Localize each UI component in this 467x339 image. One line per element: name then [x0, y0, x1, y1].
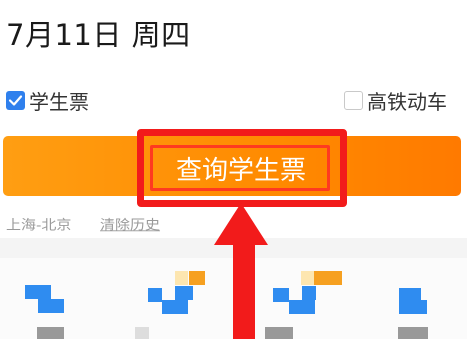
annotation-arrow-icon: [214, 203, 268, 339]
